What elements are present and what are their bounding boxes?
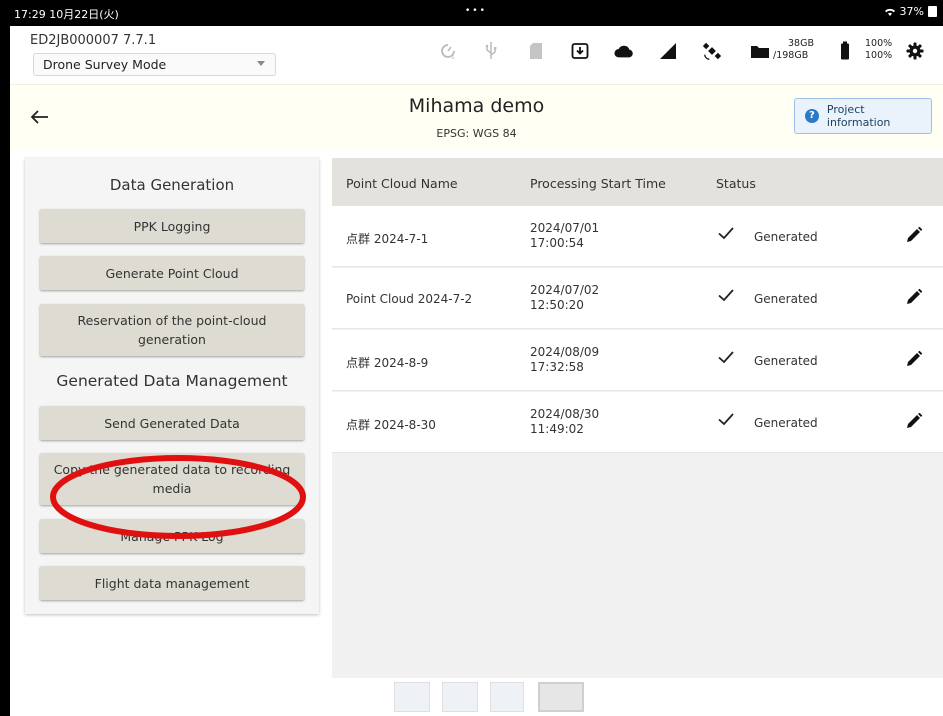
- timer-icon: 1: [438, 40, 458, 62]
- point-cloud-name: 点群 2024-7-1: [346, 232, 429, 246]
- flight-data-management-button[interactable]: Flight data management: [40, 566, 304, 600]
- thumbnail[interactable]: [490, 682, 524, 712]
- battery-icon: [928, 6, 937, 17]
- app-switcher-thumbnails: [394, 678, 594, 716]
- gear-icon[interactable]: [905, 40, 925, 62]
- main-content: Data Generation PPK Logging Generate Poi…: [10, 150, 943, 716]
- generate-point-cloud-button[interactable]: Generate Point Cloud: [40, 256, 304, 290]
- check-icon: [718, 351, 734, 364]
- svg-text:1: 1: [451, 54, 455, 60]
- point-cloud-name: Point Cloud 2024-7-2: [346, 292, 473, 306]
- edit-pencil-icon[interactable]: [905, 226, 923, 244]
- signal-icon: [658, 40, 678, 62]
- copy-to-media-button[interactable]: Copy the generated data to recording med…: [40, 453, 304, 505]
- storage-info: 38GB /198GB: [773, 38, 814, 62]
- processing-start-time: 2024/08/09 17:32:58: [530, 345, 599, 375]
- battery-percent: 37%: [899, 5, 924, 18]
- status-label: Generated: [754, 416, 818, 430]
- mode-select-value: Drone Survey Mode: [43, 57, 167, 72]
- start-date: 2024/08/30: [530, 407, 600, 421]
- project-information-button[interactable]: ? Project information: [794, 98, 932, 134]
- battery-icon: [835, 40, 855, 62]
- storage-used: 38GB: [788, 38, 814, 49]
- table-row[interactable]: Point Cloud 2024-7-2 2024/07/02 12:50:20 …: [332, 268, 943, 329]
- status-time: 17:29 10月22日(火): [14, 8, 119, 21]
- ppk-logging-button[interactable]: PPK Logging: [40, 209, 304, 243]
- data-generation-title: Data Generation: [109, 176, 235, 194]
- device-serial: ED2JB000007 7.7.1: [30, 33, 157, 48]
- battery-level-1: 100%: [865, 38, 893, 49]
- device-toolbar: ED2JB000007 7.7.1 Drone Survey Mode 1 38…: [10, 26, 943, 84]
- folder-icon: [750, 40, 770, 62]
- project-header: Mihama demo EPSG: WGS 84 ? Project infor…: [10, 84, 943, 150]
- edit-pencil-icon[interactable]: [905, 412, 923, 430]
- thumbnail[interactable]: [394, 682, 430, 712]
- satellite-icon: [702, 40, 722, 62]
- multitask-dots[interactable]: •••: [465, 6, 487, 16]
- thumbnail[interactable]: [442, 682, 478, 712]
- table-row[interactable]: 点群 2024-8-30 2024/08/30 11:49:02 Generate…: [332, 392, 943, 453]
- check-icon: [718, 289, 734, 302]
- download-icon: [570, 40, 590, 62]
- column-header-name: Point Cloud Name: [346, 176, 458, 191]
- send-generated-data-button[interactable]: Send Generated Data: [40, 406, 304, 440]
- project-information-label: Project information: [826, 103, 891, 129]
- action-panel: Data Generation PPK Logging Generate Poi…: [25, 158, 319, 614]
- start-time: 17:00:54: [530, 236, 584, 250]
- status-label: Generated: [754, 292, 818, 306]
- column-header-time: Processing Start Time: [530, 176, 666, 191]
- sd-card-icon: [526, 40, 546, 62]
- manage-ppk-log-button[interactable]: Manage PPK Log: [40, 519, 304, 553]
- processing-start-time: 2024/07/02 12:50:20: [530, 283, 599, 313]
- app-screen: 17:29 10月22日(火) ••• 37% ED2JB000007 7.7.…: [10, 0, 943, 716]
- table-header: Point Cloud Name Processing Start Time S…: [332, 158, 943, 206]
- point-cloud-table: Point Cloud Name Processing Start Time S…: [332, 158, 943, 678]
- question-icon: ?: [805, 109, 819, 123]
- status-label: Generated: [754, 230, 818, 244]
- drone-battery-levels: 100% 100%: [865, 38, 892, 62]
- start-time: 17:32:58: [530, 360, 584, 374]
- column-header-status: Status: [716, 176, 756, 191]
- table-row[interactable]: 点群 2024-7-1 2024/07/01 17:00:54 Generated: [332, 206, 943, 267]
- check-icon: [718, 413, 734, 426]
- thumbnail-active[interactable]: [538, 682, 584, 712]
- edit-pencil-icon[interactable]: [905, 288, 923, 306]
- cloud-icon: [614, 40, 634, 62]
- generated-data-management-title: Generated Data Management: [56, 372, 288, 390]
- battery-level-2: 100%: [865, 50, 893, 61]
- table-row[interactable]: 点群 2024-8-9 2024/08/09 17:32:58 Generated: [332, 330, 943, 391]
- processing-start-time: 2024/08/30 11:49:02: [530, 407, 599, 437]
- point-cloud-name: 点群 2024-8-9: [346, 356, 429, 370]
- processing-start-time: 2024/07/01 17:00:54: [530, 221, 599, 251]
- status-right: 37%: [884, 5, 937, 18]
- start-date: 2024/07/02: [530, 283, 600, 297]
- start-date: 2024/08/09: [530, 345, 600, 359]
- storage-total: /198GB: [773, 50, 809, 61]
- point-cloud-name: 点群 2024-8-30: [346, 418, 436, 432]
- edit-pencil-icon[interactable]: [905, 350, 923, 368]
- start-date: 2024/07/01: [530, 221, 600, 235]
- status-label: Generated: [754, 354, 818, 368]
- mode-select[interactable]: Drone Survey Mode: [33, 53, 276, 76]
- chevron-down-icon: [257, 61, 265, 66]
- start-time: 12:50:20: [530, 298, 584, 312]
- status-bar: 17:29 10月22日(火) ••• 37%: [10, 0, 943, 26]
- usb-icon: [481, 40, 501, 62]
- reserve-point-cloud-button[interactable]: Reservation of the point-cloud generatio…: [40, 304, 304, 356]
- start-time: 11:49:02: [530, 422, 584, 436]
- check-icon: [718, 227, 734, 240]
- wifi-icon: [884, 8, 895, 16]
